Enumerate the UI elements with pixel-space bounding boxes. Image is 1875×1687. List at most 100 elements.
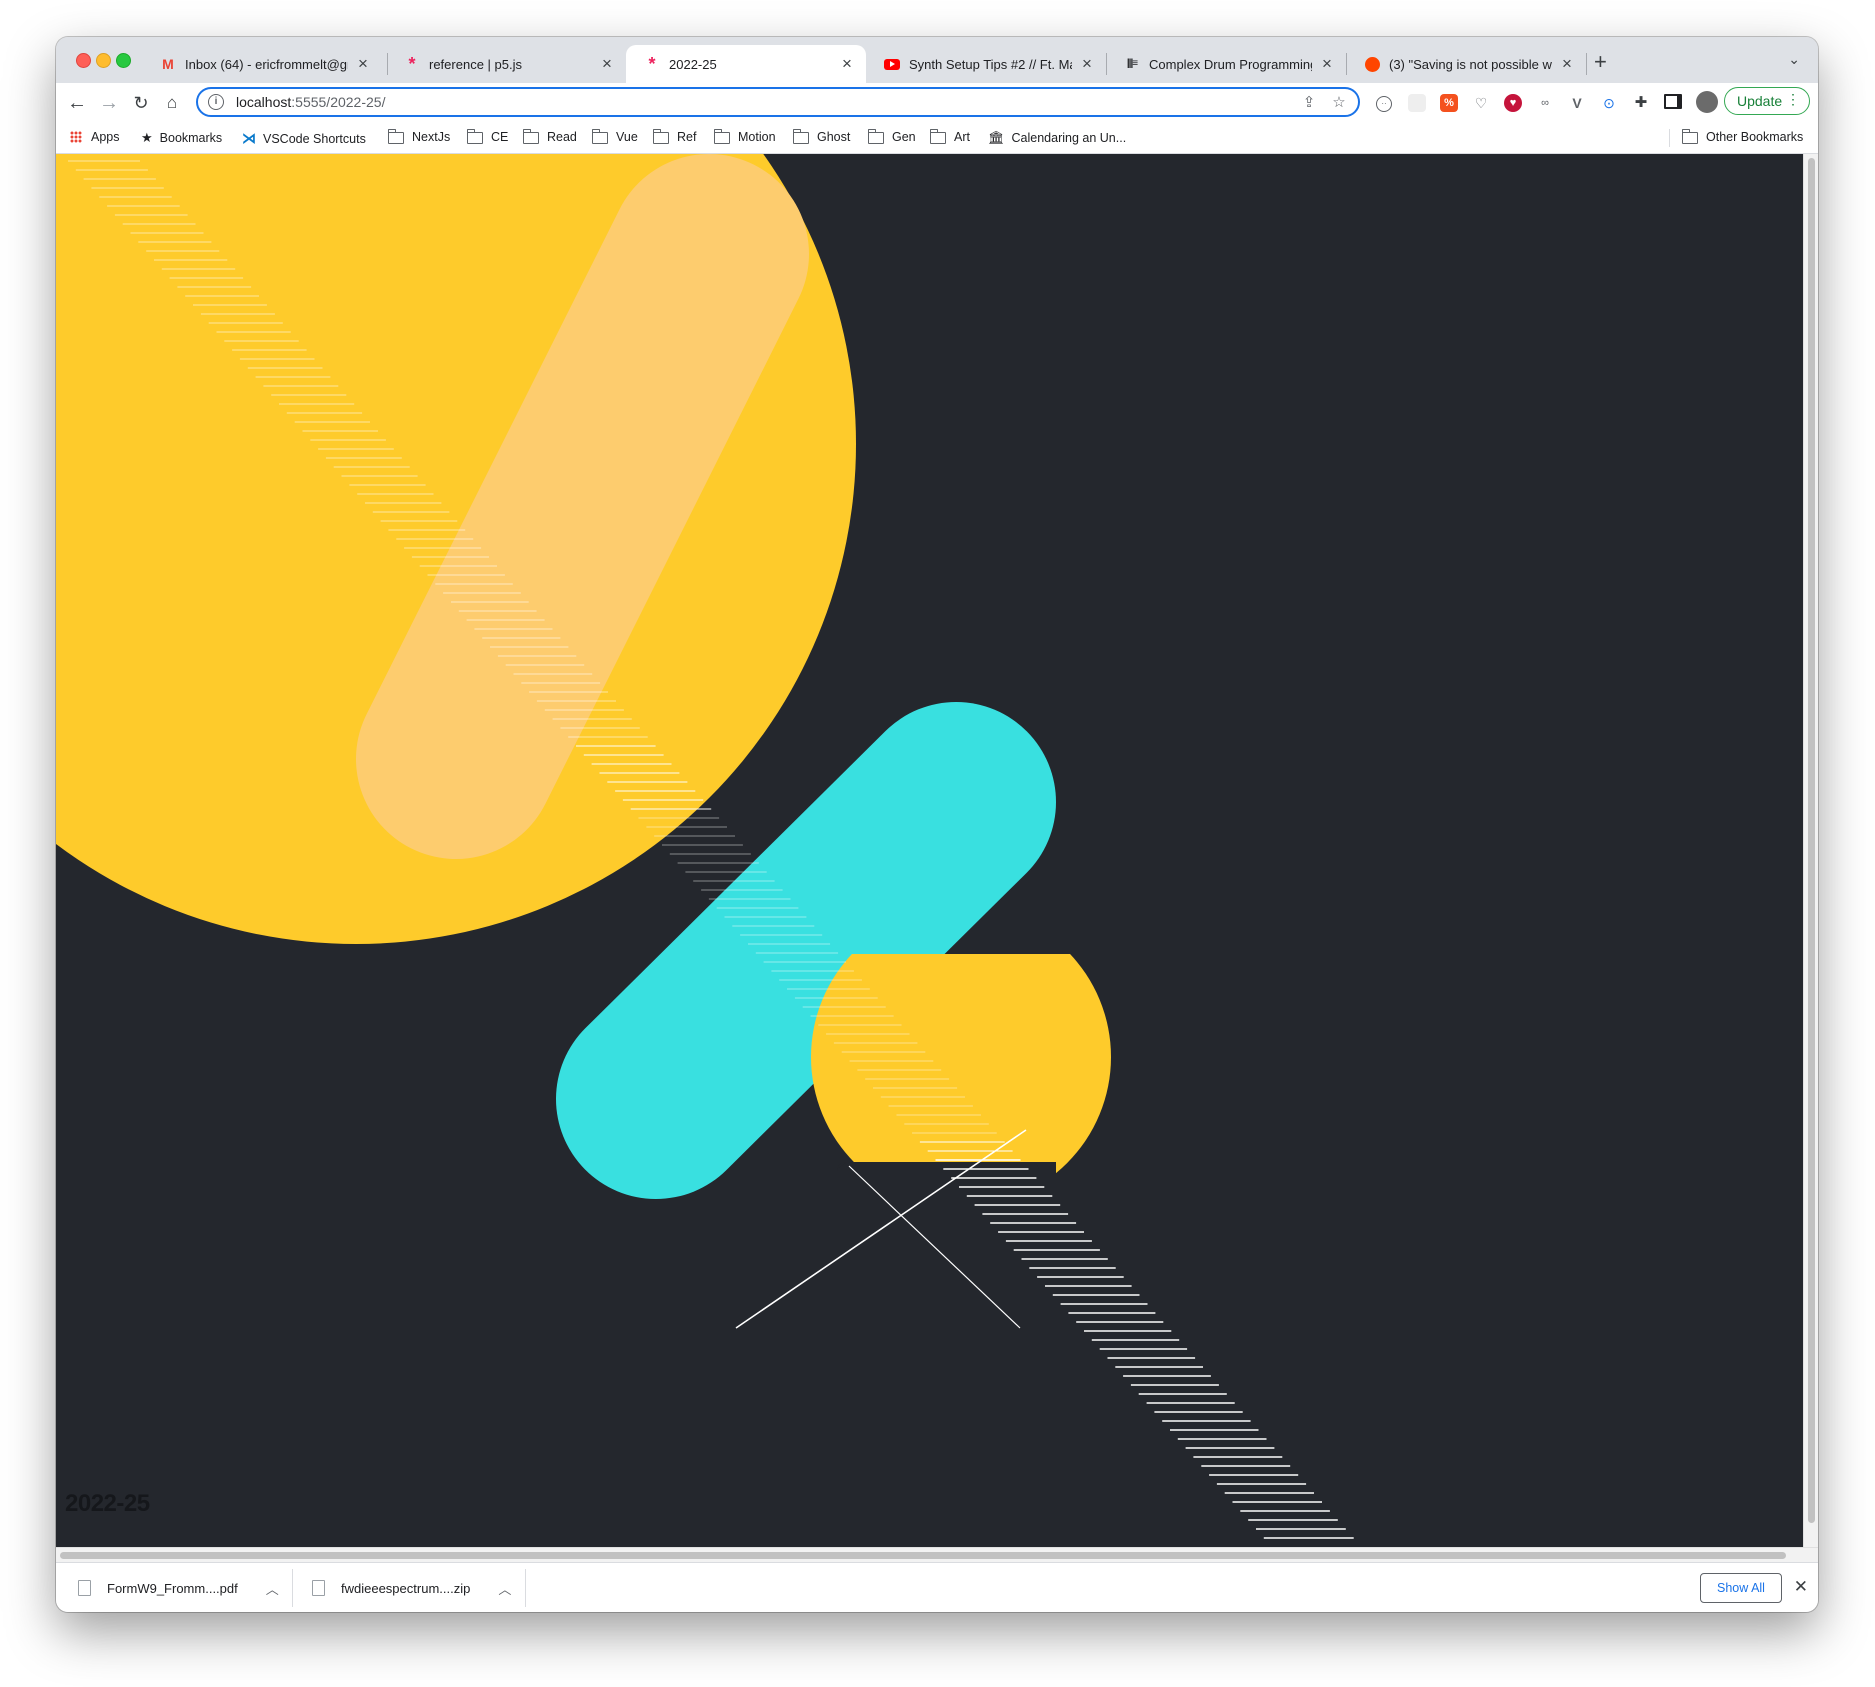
tab-youtube[interactable]: Synth Setup Tips #2 // Ft. Mart ×	[866, 45, 1106, 83]
home-icon[interactable]: ⌂	[160, 91, 184, 115]
folder-icon	[929, 129, 946, 144]
bookmark-star-icon[interactable]: ☆	[1328, 93, 1350, 111]
download-shelf: FormW9_Fromm....pdf ︿ fwdieeespectrum...…	[56, 1562, 1818, 1612]
window-minimize-button[interactable]	[96, 53, 111, 68]
forward-arrow-icon[interactable]: →	[97, 91, 121, 115]
generative-artwork	[56, 154, 1354, 1539]
chevron-up-icon[interactable]: ︿	[498, 1579, 511, 1598]
extension-blank-icon[interactable]	[1408, 94, 1426, 112]
folder-icon	[652, 129, 669, 144]
museum-icon: 🏛	[988, 130, 1005, 145]
tab-2022-25[interactable]: * 2022-25 ×	[626, 45, 866, 83]
youtube-icon	[884, 56, 900, 72]
vertical-scrollbar[interactable]	[1803, 154, 1818, 1547]
close-icon[interactable]: ×	[598, 54, 616, 74]
new-tab-button[interactable]: +	[1594, 49, 1607, 75]
vscode-icon: ⋊	[242, 130, 256, 146]
tab-search-chevron-icon[interactable]: ⌄	[1788, 51, 1800, 68]
vue-devtools-icon[interactable]: V	[1568, 94, 1586, 112]
bookmark-folder-motion[interactable]: Motion	[713, 129, 776, 144]
show-all-button[interactable]: Show All	[1700, 1573, 1782, 1603]
chevron-up-icon[interactable]: ︿	[266, 1579, 279, 1598]
folder-icon	[466, 129, 483, 144]
bookmark-folder-art[interactable]: Art	[929, 129, 970, 144]
side-panel-icon[interactable]	[1664, 94, 1682, 112]
bookmark-other-bookmarks[interactable]: Other Bookmarks	[1681, 129, 1804, 144]
share-icon[interactable]: ⇪	[1298, 93, 1320, 111]
extension-search-icon[interactable]: ⊙	[1600, 94, 1618, 112]
download-filename: fwdieeespectrum....zip	[341, 1580, 471, 1596]
tab-p5js-reference[interactable]: * reference | p5.js ×	[386, 45, 626, 83]
reddit-icon	[1364, 56, 1380, 72]
bookmark-folder-gen[interactable]: Gen	[867, 129, 916, 144]
bookmark-label: Bookmarks	[159, 131, 223, 145]
extension-glasses-icon[interactable]: ∞	[1536, 94, 1554, 112]
bookmark-calendaring[interactable]: 🏛 Calendaring an Un...	[988, 130, 1126, 146]
download-item-zip[interactable]: fwdieeespectrum....zip ︿	[312, 1563, 511, 1612]
tab-divider	[1586, 53, 1587, 75]
close-icon[interactable]: ✕	[1794, 1577, 1808, 1597]
update-button[interactable]: Update ⋮	[1724, 87, 1810, 115]
extension-heart-icon[interactable]: ♥	[1504, 94, 1522, 112]
bookmark-label: Other Bookmarks	[1706, 130, 1804, 144]
address-bar[interactable]: i localhost:5555/2022-25/ ⇪ ☆	[196, 87, 1360, 117]
tab-title: Complex Drum Programming w	[1149, 56, 1312, 72]
extension-circle-icon[interactable]: ··	[1376, 96, 1392, 112]
bookmark-apps[interactable]: Apps	[70, 130, 120, 144]
pocket-icon[interactable]: ♡	[1472, 94, 1490, 112]
site-info-icon[interactable]: i	[208, 94, 224, 110]
bookmark-label: Motion	[738, 130, 776, 144]
window-maximize-button[interactable]	[116, 53, 131, 68]
extensions-puzzle-icon[interactable]: ✚	[1632, 94, 1650, 112]
tab-gmail[interactable]: M Inbox (64) - ericfrommelt@gm ×	[142, 45, 382, 83]
bookmark-folder-vue[interactable]: Vue	[591, 129, 638, 144]
url-host: localhost	[236, 94, 292, 110]
bookmark-folder-ghost[interactable]: Ghost	[792, 129, 851, 144]
back-arrow-icon[interactable]: ←	[65, 91, 89, 115]
bookmark-folder-nextjs[interactable]: NextJs	[387, 129, 451, 144]
tab-reddit[interactable]: (3) "Saving is not possible whi ×	[1346, 45, 1586, 83]
star-icon: ★	[141, 130, 153, 145]
vertical-scroll-thumb[interactable]	[1808, 158, 1815, 1523]
p5js-icon: *	[408, 54, 416, 74]
sketch-title: 2022-25	[65, 1490, 150, 1517]
page-canvas[interactable]: 2022-25	[56, 154, 1803, 1547]
toolbar: ← → ↻ ⌂ i localhost:5555/2022-25/ ⇪ ☆ ··…	[56, 83, 1818, 123]
extension-percent-icon[interactable]: %	[1440, 94, 1458, 112]
close-icon[interactable]: ×	[1318, 54, 1336, 74]
download-item-pdf[interactable]: FormW9_Fromm....pdf ︿	[78, 1563, 279, 1612]
horizontal-scrollbar[interactable]	[56, 1547, 1818, 1563]
window-close-button[interactable]	[76, 53, 91, 68]
folder-icon	[713, 129, 730, 144]
bookmark-label: VSCode Shortcuts	[263, 131, 366, 146]
close-icon[interactable]: ×	[354, 54, 372, 74]
more-menu-icon[interactable]: ⋮	[1786, 91, 1800, 108]
bookmark-folder-ce[interactable]: CE	[466, 129, 508, 144]
url-text[interactable]: localhost:5555/2022-25/	[236, 94, 1298, 110]
folder-icon	[792, 129, 809, 144]
close-icon[interactable]: ×	[1558, 54, 1576, 74]
bookmark-label: Apps	[91, 130, 120, 144]
bookmark-folder-ref[interactable]: Ref	[652, 129, 696, 144]
bookmark-bookmarks[interactable]: ★ Bookmarks	[141, 130, 222, 146]
reload-icon[interactable]: ↻	[129, 91, 153, 115]
bookmark-vscode-shortcuts[interactable]: ⋊ VSCode Shortcuts	[242, 130, 366, 147]
bookmark-folder-read[interactable]: Read	[522, 129, 577, 144]
tab-strip: M Inbox (64) - ericfrommelt@gm × * refer…	[56, 37, 1818, 83]
bookmark-label: Ghost	[817, 130, 851, 144]
download-divider	[525, 1569, 526, 1607]
pdf-file-icon	[78, 1580, 91, 1596]
tab-title: Synth Setup Tips #2 // Ft. Mart	[909, 56, 1072, 72]
horizontal-scroll-thumb[interactable]	[60, 1552, 1786, 1559]
close-icon[interactable]: ×	[1078, 54, 1096, 74]
folder-icon	[387, 129, 404, 144]
bookmark-label: NextJs	[412, 130, 451, 144]
folder-icon	[591, 129, 608, 144]
close-icon[interactable]: ×	[838, 54, 856, 74]
tab-elektronauts[interactable]: |||≡ Complex Drum Programming w ×	[1106, 45, 1346, 83]
tab-title: 2022-25	[669, 56, 717, 72]
profile-avatar[interactable]	[1696, 91, 1718, 113]
tab-title: reference | p5.js	[429, 56, 522, 72]
gmail-icon: M	[162, 56, 174, 72]
zip-file-icon	[312, 1580, 325, 1596]
